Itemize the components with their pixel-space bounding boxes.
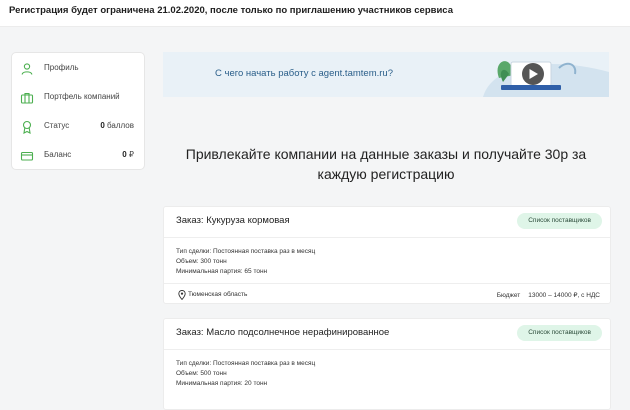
suppliers-list-button[interactable]: Список поставщиков [517, 325, 602, 341]
suppliers-list-button[interactable]: Список поставщиков [517, 213, 602, 229]
banner-illustration [483, 61, 609, 97]
sidebar: Профиль Портфель компаний Статус 0 балло… [11, 52, 145, 170]
sidebar-item-balance[interactable]: Баланс 0 ₽ [12, 145, 144, 167]
sidebar-item-label: Статус [44, 121, 70, 130]
page-headline: Привлекайте компании на данные заказы и … [185, 146, 587, 182]
banner-text: С чего начать работу с agent.tamtem.ru? [215, 68, 393, 79]
card-icon [20, 151, 34, 161]
award-icon [22, 120, 32, 134]
sidebar-item-label: Баланс [44, 150, 72, 159]
order-title: Заказ: Масло подсолнечное нерафинированн… [176, 327, 390, 338]
status-points: 0 баллов [100, 121, 134, 130]
order-title: Заказ: Кукуруза кормовая [176, 215, 290, 226]
order-header: Заказ: Масло подсолнечное нерафинированн… [164, 319, 610, 350]
sidebar-item-label: Профиль [44, 63, 79, 72]
getting-started-banner[interactable]: С чего начать работу с agent.tamtem.ru? [163, 52, 609, 97]
order-details: Тип сделки: Постоянная поставка раз в ме… [176, 360, 316, 387]
location-pin-icon [178, 290, 186, 300]
order-card: Заказ: Масло подсолнечное нерафинированн… [163, 318, 611, 410]
order-card: Заказ: Кукуруза кормовая Список поставщи… [163, 206, 611, 304]
order-details: Тип сделки: Постоянная поставка раз в ме… [176, 248, 316, 275]
sidebar-item-profile[interactable]: Профиль [12, 58, 144, 80]
briefcase-icon [20, 93, 34, 104]
sidebar-item-status[interactable]: Статус 0 баллов [12, 116, 144, 138]
user-icon [21, 63, 33, 75]
sidebar-item-portfolio[interactable]: Портфель компаний [12, 87, 144, 109]
sidebar-item-label: Портфель компаний [44, 92, 120, 101]
notice-text: Регистрация будет ограничена 21.02.2020,… [9, 5, 453, 16]
order-header: Заказ: Кукуруза кормовая Список поставщи… [164, 207, 610, 238]
notice-bar: Регистрация будет ограничена 21.02.2020,… [0, 0, 630, 27]
order-budget: Бюджет 13000 – 14000 ₽, с НДС [496, 292, 600, 299]
order-footer: Тюменская область Бюджет 13000 – 14000 ₽,… [164, 283, 610, 306]
balance-value: 0 ₽ [122, 150, 134, 159]
